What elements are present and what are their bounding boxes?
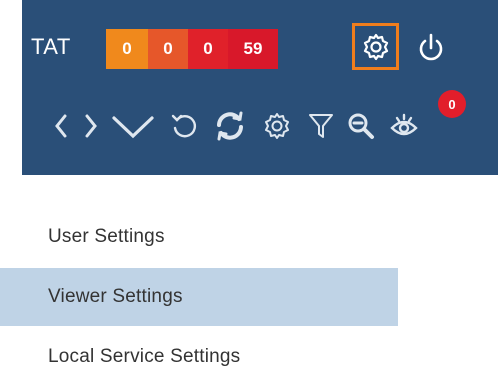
top-toolbar: TAT 0 0 0 59 0: [22, 0, 498, 175]
settings-button[interactable]: [352, 23, 399, 70]
tool-row: [50, 104, 450, 148]
chevron-down-icon: [111, 112, 155, 140]
tat-counter-2[interactable]: 0: [148, 29, 188, 69]
refresh-button[interactable]: [212, 104, 248, 148]
tat-counters: 0 0 0 59: [106, 29, 278, 69]
refresh-icon: [213, 110, 247, 142]
zoom-out-icon: [346, 111, 376, 141]
tat-counter-3[interactable]: 0: [188, 29, 228, 69]
menu-item-user-settings[interactable]: User Settings: [0, 208, 398, 266]
expand-button[interactable]: [110, 104, 156, 148]
visibility-button[interactable]: [386, 104, 422, 148]
notification-badge: 0: [438, 90, 466, 118]
tool-settings-button[interactable]: [260, 104, 294, 148]
tat-counter-4[interactable]: 59: [228, 29, 278, 69]
gear-icon: [361, 32, 391, 62]
chevron-left-icon: [54, 113, 68, 139]
tat-counter-1[interactable]: 0: [106, 29, 148, 69]
menu-item-label: Local Service Settings: [48, 346, 241, 367]
tat-label: TAT: [31, 34, 71, 59]
zoom-out-button[interactable]: [344, 104, 378, 148]
prev-button[interactable]: [50, 104, 72, 148]
menu-item-label: User Settings: [48, 226, 165, 247]
chevron-right-icon: [84, 113, 98, 139]
menu-item-label: Viewer Settings: [48, 286, 183, 307]
menu-item-local-service-settings[interactable]: Local Service Settings: [0, 328, 398, 386]
power-icon: [416, 32, 446, 64]
undo-icon: [170, 111, 200, 141]
power-button[interactable]: [414, 30, 448, 66]
filter-button[interactable]: [306, 104, 336, 148]
next-button[interactable]: [80, 104, 102, 148]
undo-button[interactable]: [168, 104, 202, 148]
filter-icon: [307, 111, 335, 141]
gear-icon: [262, 111, 292, 141]
menu-item-viewer-settings[interactable]: Viewer Settings: [0, 268, 398, 326]
eye-icon: [388, 110, 420, 142]
